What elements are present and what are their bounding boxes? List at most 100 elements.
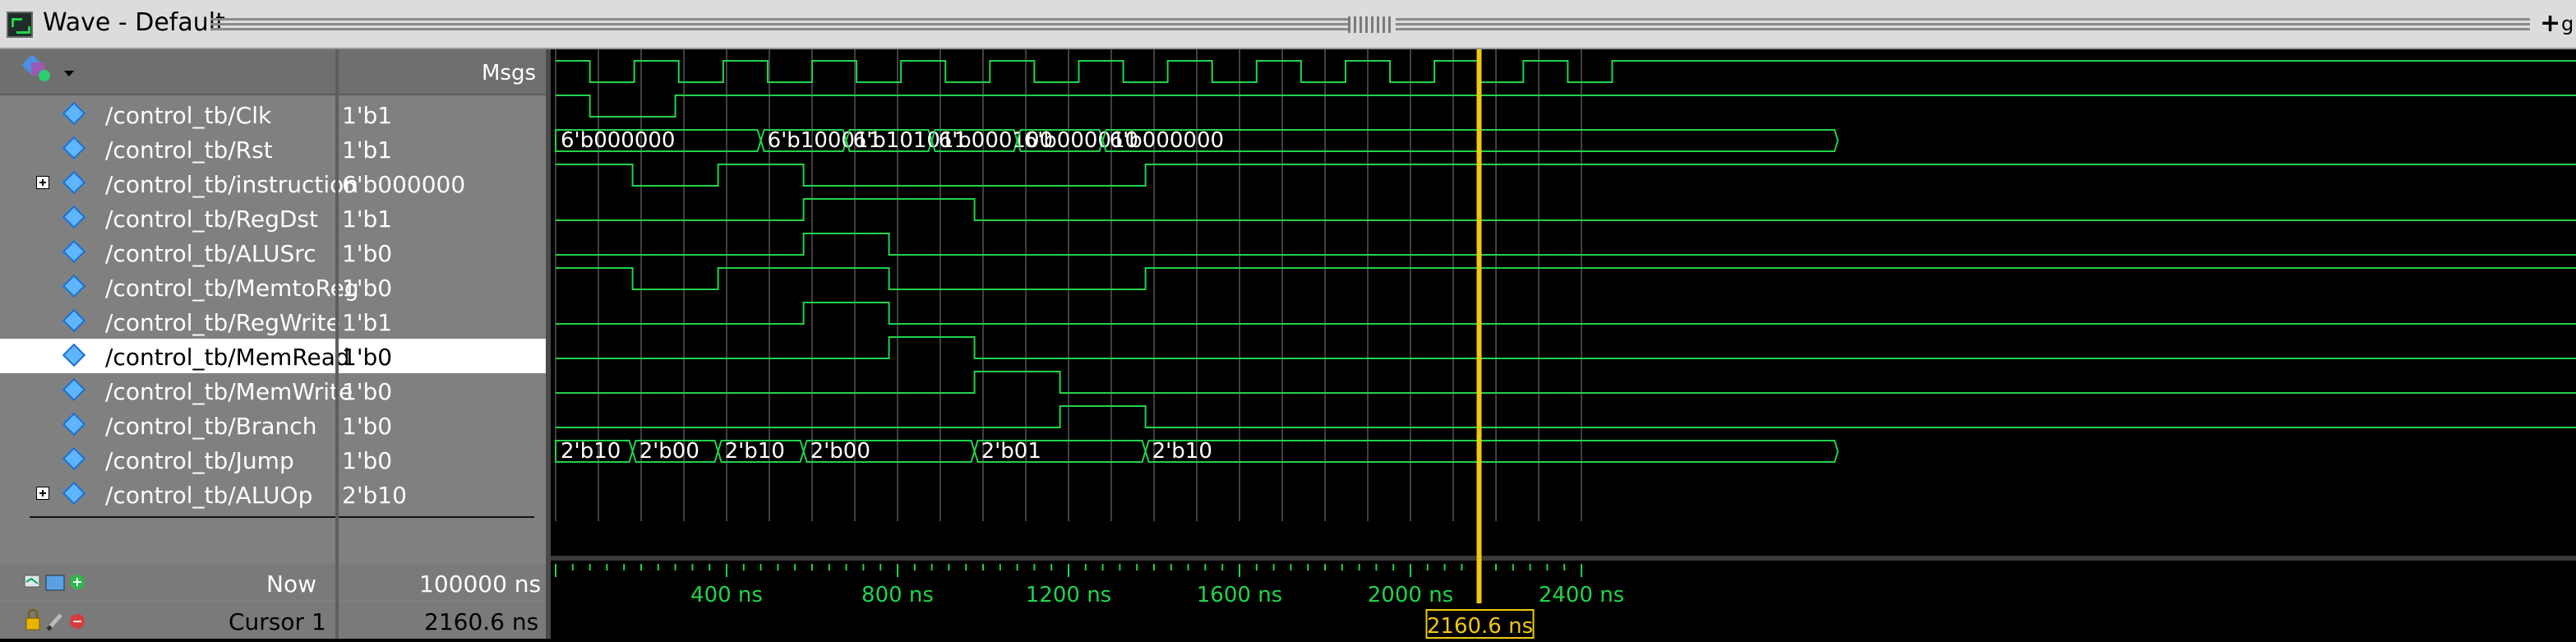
aluop-bus-segment [1144, 440, 1840, 463]
signal-diamond-icon [62, 239, 86, 264]
wave-window-icon [7, 12, 33, 38]
aluop-bus-label: 2'b10 [725, 439, 785, 464]
timeline-tick-label: 1600 ns [1197, 583, 1282, 607]
instruction-bus-label: 6'b000000 [561, 128, 675, 153]
signal-value: 1'b1 [342, 136, 393, 164]
regwrite-wave [556, 267, 2576, 290]
memwrite-wave [556, 336, 2576, 359]
signal-row[interactable]: /control_tb/ALUSrc 1'b0 [0, 235, 547, 270]
wave-display[interactable]: 6'b000000 6'b100011 6'b101011 6'b000100 6'b0… [551, 49, 2576, 639]
list-divider [30, 516, 534, 518]
signal-row[interactable]: /control_tb/Jump 1'b0 [0, 442, 547, 477]
rst-wave [556, 95, 2576, 118]
signal-name: /control_tb/ALUOp [105, 482, 313, 509]
signal-value: 1'b0 [342, 344, 393, 371]
signal-row[interactable]: /control_tb/MemWrite 1'b0 [0, 373, 547, 408]
signal-value: 1'b0 [342, 275, 393, 302]
now-row: Now 100000 ns [0, 564, 547, 600]
signal-diamond-icon [62, 446, 86, 471]
signal-row[interactable]: /control_tb/Branch 1'b0 [0, 408, 547, 442]
alusrc-wave [556, 198, 2576, 221]
regdst-wave [556, 164, 2576, 187]
signal-row[interactable]: /control_tb/instruction 6'b000000 [0, 166, 547, 201]
signal-name: /control_tb/instruction [105, 171, 359, 198]
titlebar-trailing-text: g [2561, 12, 2574, 35]
signal-name: /control_tb/Branch [105, 413, 317, 440]
name-value-splitter[interactable] [335, 49, 339, 639]
signal-value: 1'b0 [342, 240, 393, 267]
signal-value: 6'b000000 [342, 171, 466, 198]
signal-value: 1'b0 [342, 413, 393, 440]
signal-value: 1'b0 [342, 378, 393, 405]
signal-name: /control_tb/Clk [105, 102, 272, 129]
cursor-row-icons[interactable] [23, 605, 105, 638]
aluop-bus-label: 2'b00 [810, 439, 870, 464]
aluop-bus-label: 2'b10 [1152, 439, 1212, 464]
signal-pane: Msgs /control_tb/Clk 1'b1/control_tb/Rst 1… [0, 49, 547, 639]
signal-diamond-icon [62, 101, 86, 126]
add-cursor-icon [70, 575, 85, 589]
waveform-canvas[interactable]: 6'b000000 6'b1000116'b1010116'b0001006'b0… [551, 49, 2576, 639]
signal-name: /control_tb/ALUSrc [105, 240, 316, 267]
titlebar-grip [210, 18, 1348, 31]
signal-row[interactable]: /control_tb/Rst 1'b1 [0, 132, 547, 166]
signal-diamond-icon [62, 170, 86, 195]
signal-row[interactable]: /control_tb/RegDst 1'b1 [0, 201, 547, 235]
delete-cursor-icon [70, 614, 85, 629]
edit-cursor-icon [46, 613, 62, 631]
timeline-tick-label: 1200 ns [1026, 583, 1111, 607]
aluop-bus-label: 2'b10 [561, 439, 621, 464]
cursor-row: Cursor 1 2160.6 ns [0, 602, 547, 639]
cursor-line [1476, 49, 1482, 603]
signal-name: /control_tb/MemtoReg [105, 275, 359, 302]
signal-name: /control_tb/Rst [105, 136, 273, 164]
memread-wave [556, 302, 2576, 325]
msgs-header: Msgs [339, 49, 547, 95]
window-titlebar: Wave - Default + g [0, 0, 2576, 49]
signal-diamond-icon [62, 205, 86, 229]
timeline-tick-label: 2000 ns [1368, 583, 1453, 607]
signal-name: /control_tb/Jump [105, 447, 294, 474]
timeline-tick-label: 2400 ns [1539, 583, 1624, 607]
signal-value: 1'b1 [342, 102, 393, 129]
expand-icon[interactable] [36, 176, 49, 189]
msgs-header-label: Msgs [481, 61, 536, 85]
signals-add-icon [24, 575, 40, 588]
signal-row[interactable]: /control_tb/MemRead 1'b0 [0, 339, 547, 373]
timeline-tick-label: 400 ns [690, 583, 763, 607]
signal-row[interactable]: /control_tb/Clk 1'b1 [0, 97, 547, 132]
signal-value: 2'b10 [342, 482, 407, 509]
layers-dropdown-icon[interactable] [16, 49, 82, 95]
lock-icon [25, 609, 40, 630]
signal-diamond-icon [62, 274, 86, 298]
signal-diamond-icon [62, 412, 86, 436]
jump-wave [556, 405, 2576, 428]
signal-row[interactable]: /control_tb/ALUOp 2'b10 [0, 477, 547, 511]
now-value: 100000 ns [419, 570, 542, 598]
aluop-bus-label: 2'b00 [639, 439, 699, 464]
aluop-bus-label: 2'b01 [981, 439, 1041, 464]
titlebar-grip-right [1396, 18, 2530, 31]
now-row-icons[interactable] [23, 566, 105, 598]
timeline-separator [551, 556, 2576, 561]
signal-name: /control_tb/MemRead [105, 344, 350, 371]
signal-value: 1'b1 [342, 309, 393, 336]
cursor-value: 2160.6 ns [424, 608, 539, 635]
save-icon [45, 575, 65, 591]
window-title: Wave - Default [43, 8, 225, 37]
add-pane-button[interactable]: + [2540, 12, 2560, 36]
memtoreg-wave [556, 233, 2576, 256]
signal-value: 1'b0 [342, 447, 393, 474]
signal-name-header [0, 49, 335, 95]
signal-diamond-icon [62, 343, 86, 367]
cursor-flag-label: 2160.6 ns [1427, 614, 1533, 639]
pane-drag-handle[interactable] [1348, 16, 1394, 33]
expand-icon[interactable] [36, 487, 49, 500]
signal-row[interactable]: /control_tb/RegWrite 1'b1 [0, 304, 547, 339]
now-label: Now [266, 570, 316, 598]
cursor-label: Cursor 1 [229, 608, 326, 635]
signal-row[interactable]: /control_tb/MemtoReg 1'b0 [0, 270, 547, 304]
signal-diamond-icon [62, 377, 86, 402]
signal-value: 1'b1 [342, 206, 393, 233]
signal-diamond-icon [62, 481, 86, 506]
